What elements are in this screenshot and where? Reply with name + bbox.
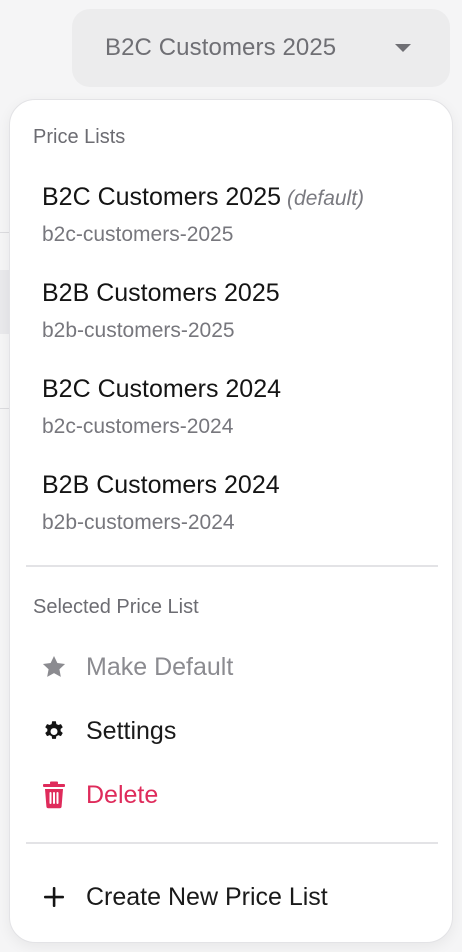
plus-icon	[40, 883, 68, 911]
price-list-item-b2b-2025[interactable]: B2B Customers 2025 b2b-customers-2025	[10, 279, 452, 371]
price-list-name: B2C Customers 2024	[42, 375, 282, 403]
price-list-slug: b2b-customers-2024	[42, 511, 235, 534]
price-list-name: B2B Customers 2025	[42, 279, 280, 307]
price-list-name: B2C Customers 2025 (default)	[42, 183, 364, 212]
price-list-item-b2c-2024[interactable]: B2C Customers 2024 b2c-customers-2024	[10, 375, 452, 467]
price-list-selector[interactable]: B2C Customers 2025	[72, 9, 450, 87]
price-list-slug: b2b-customers-2025	[42, 319, 235, 342]
delete-button[interactable]: Delete	[10, 771, 452, 819]
selected-price-list-heading: Selected Price List	[33, 596, 199, 618]
delete-label: Delete	[86, 780, 159, 809]
price-list-dropdown: Price Lists B2C Customers 2025 (default) …	[9, 99, 453, 943]
create-price-list-label: Create New Price List	[86, 882, 328, 911]
price-list-slug: b2c-customers-2025	[42, 223, 234, 246]
price-list-name: B2B Customers 2024	[42, 471, 280, 499]
make-default-button[interactable]: Make Default	[10, 643, 452, 691]
price-list-name-text: B2C Customers 2025	[42, 183, 282, 211]
price-list-item-b2c-2025[interactable]: B2C Customers 2025 (default) b2c-customer…	[10, 183, 452, 275]
chevron-down-icon	[395, 44, 411, 52]
create-price-list-button[interactable]: Create New Price List	[10, 873, 452, 921]
settings-label: Settings	[86, 716, 177, 745]
price-list-slug: b2c-customers-2024	[42, 415, 234, 438]
selector-label: B2C Customers 2025	[105, 34, 337, 61]
menu-divider	[26, 565, 438, 567]
settings-button[interactable]: Settings	[10, 707, 452, 755]
gear-icon	[40, 717, 68, 745]
menu-divider	[26, 842, 438, 844]
make-default-label: Make Default	[86, 652, 234, 681]
price-list-item-b2b-2024[interactable]: B2B Customers 2024 b2b-customers-2024	[10, 471, 452, 563]
price-lists-heading: Price Lists	[33, 126, 126, 148]
star-icon	[40, 653, 68, 681]
default-tag: (default)	[287, 187, 365, 210]
trash-icon	[40, 781, 68, 809]
